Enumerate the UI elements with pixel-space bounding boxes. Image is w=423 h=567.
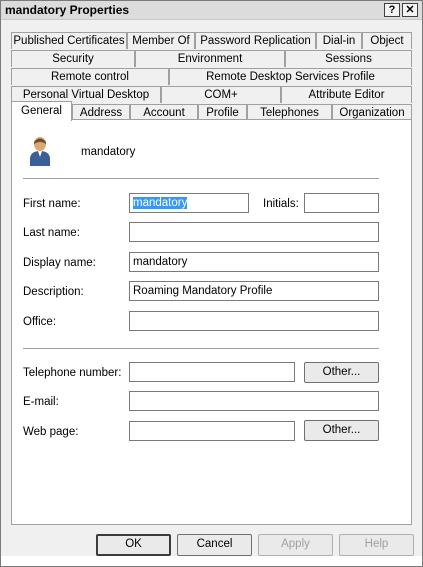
title-bar[interactable]: mandatory Properties ? ✕ — [1, 1, 422, 20]
initials-field[interactable] — [304, 193, 379, 213]
tab-security[interactable]: Security — [11, 50, 135, 67]
ok-button[interactable]: OK — [96, 534, 171, 556]
separator — [23, 348, 379, 350]
office-label: Office: — [23, 316, 57, 328]
tab-com-plus[interactable]: COM+ — [161, 86, 281, 103]
telephone-label: Telephone number: — [23, 367, 122, 379]
display-name-field[interactable]: mandatory — [129, 252, 379, 272]
cancel-button[interactable]: Cancel — [177, 534, 252, 556]
email-field[interactable] — [129, 391, 379, 411]
window-title: mandatory Properties — [5, 3, 130, 17]
separator — [23, 178, 379, 180]
telephone-other-button[interactable]: Other... — [304, 362, 379, 383]
window-bottom-edge — [1, 556, 422, 566]
email-label: E-mail: — [23, 396, 59, 408]
user-display-header: mandatory — [81, 146, 136, 158]
web-page-field[interactable] — [129, 421, 295, 441]
tab-remote-control[interactable]: Remote control — [11, 68, 169, 85]
tab-sessions[interactable]: Sessions — [285, 50, 412, 67]
tab-password-replication[interactable]: Password Replication — [195, 32, 316, 49]
web-page-label: Web page: — [23, 426, 79, 438]
help-title-button[interactable]: ? — [384, 3, 400, 17]
tab-object[interactable]: Object — [362, 32, 412, 49]
tab-environment[interactable]: Environment — [135, 50, 285, 67]
user-icon — [30, 137, 50, 166]
description-field[interactable]: Roaming Mandatory Profile — [129, 281, 379, 301]
office-field[interactable] — [129, 311, 379, 331]
tab-published-certificates[interactable]: Published Certificates — [11, 32, 127, 49]
help-button[interactable]: Help — [339, 534, 414, 556]
last-name-field[interactable] — [129, 222, 379, 242]
telephone-field[interactable] — [129, 362, 295, 382]
initials-label: Initials: — [263, 198, 299, 210]
first-name-value: mandatory — [133, 197, 188, 209]
close-button[interactable]: ✕ — [402, 3, 418, 17]
apply-button[interactable]: Apply — [258, 534, 333, 556]
display-name-label: Display name: — [23, 257, 96, 269]
general-tab-panel: mandatory First name: mandatory Initials… — [11, 119, 412, 525]
last-name-label: Last name: — [23, 227, 80, 239]
first-name-label: First name: — [23, 198, 81, 210]
properties-dialog: mandatory Properties ? ✕ Published Certi… — [0, 0, 423, 567]
tab-member-of[interactable]: Member Of — [127, 32, 195, 49]
tab-remote-desktop-services-profile[interactable]: Remote Desktop Services Profile — [169, 68, 412, 85]
description-label: Description: — [23, 286, 84, 298]
tab-dial-in[interactable]: Dial-in — [316, 32, 362, 49]
first-name-field[interactable]: mandatory — [129, 193, 249, 213]
tab-attribute-editor[interactable]: Attribute Editor — [281, 86, 412, 103]
web-page-other-button[interactable]: Other... — [304, 420, 379, 441]
tab-general[interactable]: General — [11, 101, 72, 121]
